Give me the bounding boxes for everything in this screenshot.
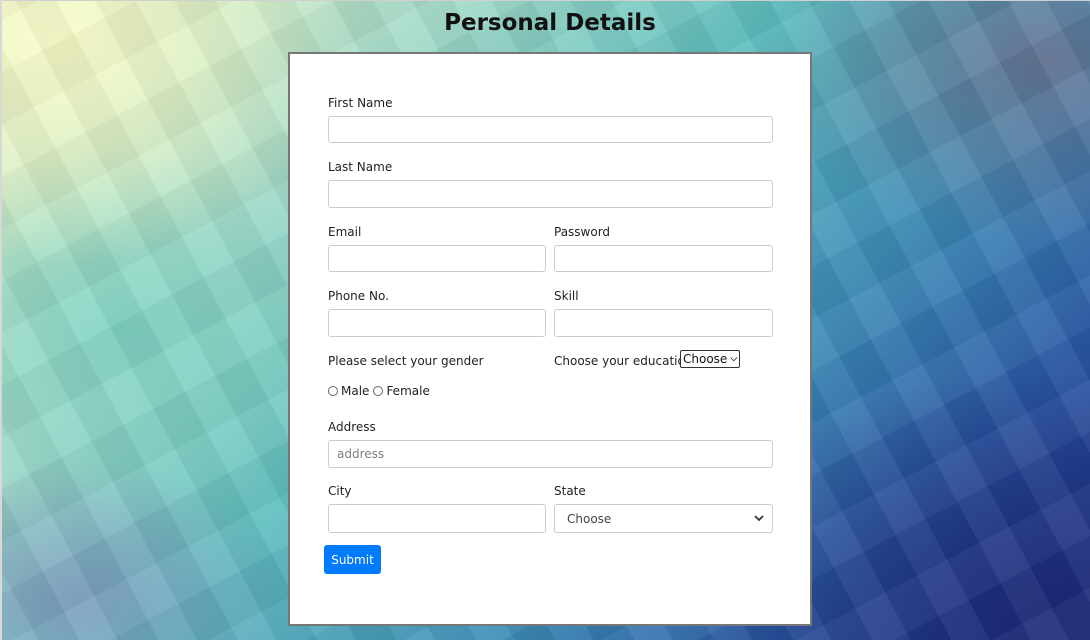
- male-label: Male: [341, 384, 370, 398]
- submit-button[interactable]: Submit: [324, 545, 381, 574]
- chevron-down-icon: ⌵: [730, 354, 738, 364]
- gender-option-male[interactable]: Male: [328, 384, 369, 398]
- education-label: Choose your education: [554, 354, 693, 368]
- last-name-input[interactable]: [328, 180, 773, 208]
- first-name-input[interactable]: [328, 116, 773, 143]
- email-input[interactable]: [328, 245, 546, 272]
- email-label: Email: [328, 225, 362, 239]
- education-selected-value: Choose: [683, 352, 728, 366]
- last-name-label: Last Name: [328, 160, 393, 174]
- education-select[interactable]: Choose ⌵: [680, 350, 741, 368]
- gender-radio-group: Male Female: [328, 384, 434, 398]
- state-selected-value: Choose: [567, 511, 612, 526]
- address-label: Address: [328, 420, 376, 434]
- male-radio[interactable]: [328, 386, 338, 396]
- female-label: Female: [386, 384, 430, 398]
- password-input[interactable]: [554, 245, 773, 272]
- address-input[interactable]: [328, 440, 773, 468]
- skill-label: Skill: [554, 289, 579, 303]
- window-top-border: [0, 0, 1090, 1]
- first-name-label: First Name: [328, 96, 393, 110]
- gender-option-female[interactable]: Female: [373, 384, 430, 398]
- password-label: Password: [554, 225, 611, 239]
- state-label: State: [554, 484, 586, 498]
- phone-input[interactable]: [328, 309, 546, 337]
- city-input[interactable]: [328, 504, 546, 533]
- personal-details-form: First Name Last Name Email Password Phon…: [288, 52, 812, 626]
- female-radio[interactable]: [373, 386, 384, 396]
- page-title: Personal Details: [444, 10, 656, 36]
- chevron-down-icon: [754, 512, 764, 525]
- city-label: City: [328, 484, 352, 498]
- phone-label: Phone No.: [328, 289, 389, 303]
- state-select[interactable]: Choose: [554, 504, 773, 533]
- gender-label: Please select your gender: [328, 354, 484, 368]
- skill-input[interactable]: [554, 309, 773, 337]
- window-left-border: [0, 0, 2, 640]
